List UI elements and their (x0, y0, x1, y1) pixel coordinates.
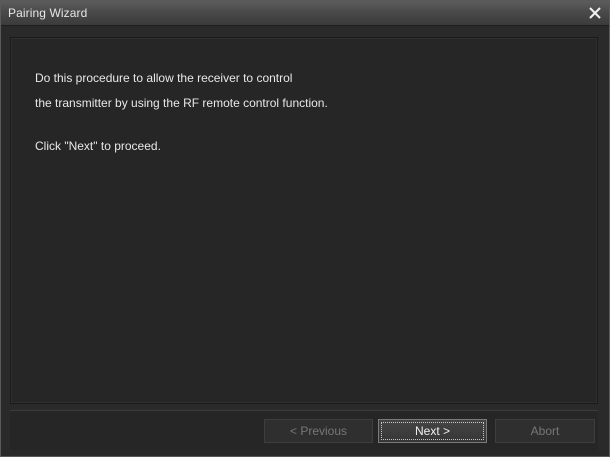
instruction-line-1: Do this procedure to allow the receiver … (35, 71, 293, 85)
wizard-content-panel: Do this procedure to allow the receiver … (10, 37, 598, 404)
next-button[interactable]: Next > (378, 419, 487, 443)
window-title: Pairing Wizard (8, 6, 88, 20)
wizard-footer: < Previous Next > Abort (10, 410, 598, 450)
pairing-wizard-dialog: Pairing Wizard Do this procedure to allo… (0, 0, 610, 457)
previous-button[interactable]: < Previous (264, 419, 373, 443)
instruction-line-2: the transmitter by using the RF remote c… (35, 96, 328, 110)
close-button[interactable] (585, 3, 605, 23)
abort-button[interactable]: Abort (495, 419, 595, 443)
proceed-instruction: Click "Next" to proceed. (35, 139, 161, 153)
next-button-label: Next > (414, 424, 450, 438)
close-icon (589, 7, 601, 19)
title-bar[interactable]: Pairing Wizard (1, 1, 609, 26)
